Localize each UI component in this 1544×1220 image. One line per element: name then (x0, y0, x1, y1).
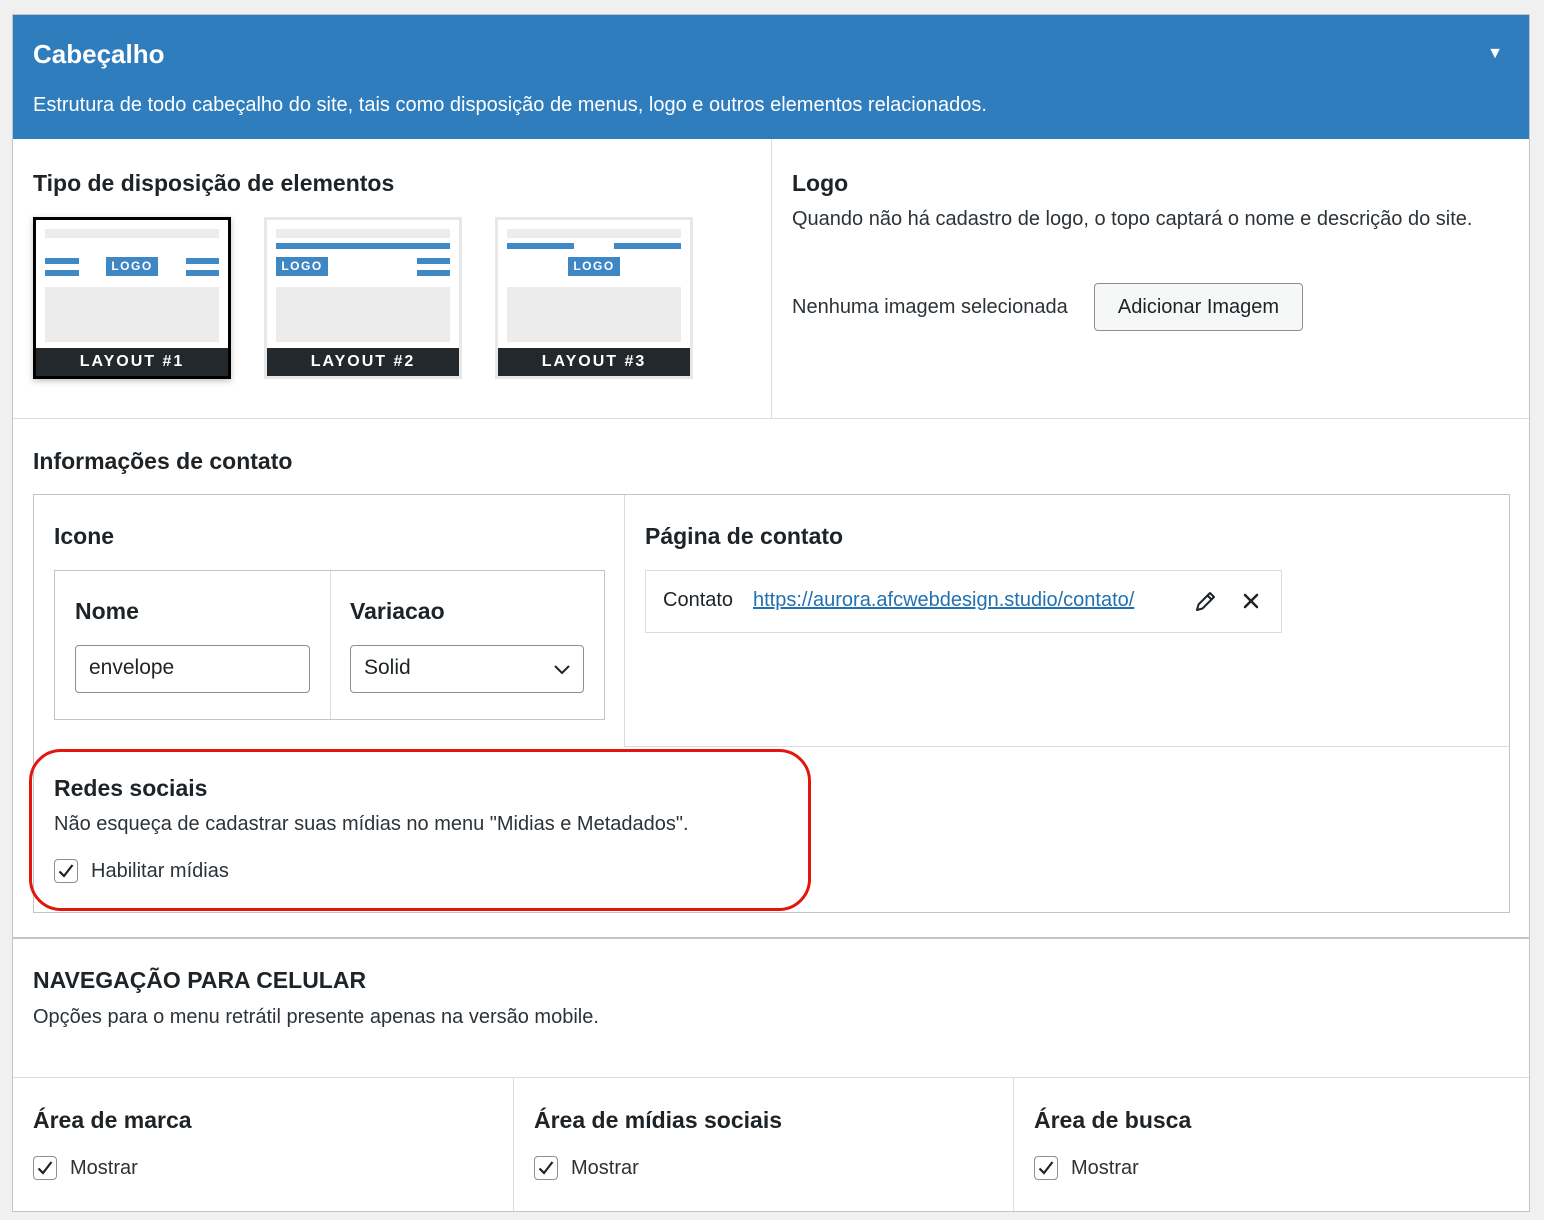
layout-topbar (507, 229, 681, 238)
layout-type-title: Tipo de disposição de elementos (33, 170, 395, 196)
social-area-show-checkbox[interactable] (534, 1156, 558, 1180)
section-divider (13, 937, 1529, 939)
layout-menu-line (45, 270, 79, 276)
search-area-show-label[interactable]: Mostrar (1071, 1153, 1139, 1184)
enable-media-label[interactable]: Habilitar mídias (91, 856, 229, 887)
layout-menu-line (186, 270, 219, 276)
social-area-show-label[interactable]: Mostrar (571, 1153, 639, 1184)
logo-title: Logo (792, 170, 849, 196)
column-divider (624, 495, 625, 746)
row-divider (13, 418, 1529, 419)
row-divider (13, 1077, 1529, 1078)
layout-menu-line (417, 270, 450, 276)
header-settings-panel: Cabeçalho ▼ Estrutura de todo cabeçalho … (12, 14, 1530, 1212)
icon-group-title: Icone (54, 523, 115, 549)
mobile-nav-description: Opções para o menu retrátil presente ape… (33, 1006, 599, 1028)
layout-content-block (45, 287, 219, 342)
layout-option-2[interactable]: LOGO LAYOUT #2 (264, 217, 462, 379)
section-description: Estrutura de todo cabeçalho do site, tai… (33, 94, 987, 116)
search-area-show-checkbox[interactable] (1034, 1156, 1058, 1180)
section-header[interactable]: Cabeçalho ▼ Estrutura de todo cabeçalho … (13, 15, 1529, 139)
checkmark-icon (1038, 1161, 1054, 1175)
enable-media-checkbox[interactable] (54, 859, 78, 883)
brand-area-show-label[interactable]: Mostrar (70, 1153, 138, 1184)
variation-selected-value: Solid (364, 656, 411, 679)
social-networks-title: Redes sociais (54, 775, 208, 801)
layout-nav-line (276, 243, 450, 249)
contact-link-field: Contato https://aurora.afcwebdesign.stud… (645, 570, 1282, 633)
variation-field-label: Variacao (350, 598, 445, 624)
contact-link-title: Contato (663, 589, 734, 611)
column-divider (513, 1077, 514, 1211)
search-area-title: Área de busca (1034, 1107, 1192, 1133)
logo-status-text: Nenhuma imagem selecionada (792, 296, 1068, 318)
checkmark-icon (58, 864, 74, 878)
layout-logo-badge: LOGO (276, 257, 328, 276)
contact-link-url[interactable]: https://aurora.afcwebdesign.studio/conta… (753, 585, 1134, 616)
section-title: Cabeçalho (33, 39, 165, 69)
layout-nav-line (507, 243, 574, 249)
icon-name-input[interactable]: envelope (75, 645, 310, 693)
layout-option-3[interactable]: LOGO LAYOUT #3 (495, 217, 693, 379)
brand-area-show-checkbox[interactable] (33, 1156, 57, 1180)
layout-menu-line (417, 258, 450, 264)
layout-nav-line (614, 243, 681, 249)
mobile-nav-title: NAVEGAÇÃO PARA CELULAR (33, 967, 367, 993)
checkmark-icon (538, 1161, 554, 1175)
icon-fields-group: Nome envelope Variacao Solid (54, 570, 605, 720)
layout-menu-line (186, 258, 219, 264)
layout-option-1[interactable]: LOGO LAYOUT #1 (33, 217, 231, 379)
contact-page-title: Página de contato (645, 523, 844, 549)
social-networks-description: Não esqueça de cadastrar suas mídias no … (54, 813, 689, 835)
brand-area-title: Área de marca (33, 1107, 192, 1133)
name-field-label: Nome (75, 598, 139, 624)
contact-info-title: Informações de contato (33, 448, 293, 474)
layout-topbar (276, 229, 450, 238)
layout-caption: LAYOUT #1 (36, 348, 228, 376)
layout-topbar (45, 229, 219, 238)
layout-logo-badge: LOGO (106, 257, 158, 276)
logo-description: Quando não há cadastro de logo, o topo c… (792, 208, 1473, 230)
close-icon[interactable] (1241, 591, 1261, 611)
chevron-down-icon (554, 665, 570, 675)
collapse-toggle-icon[interactable]: ▼ (1487, 45, 1503, 63)
contact-info-group: Icone Nome envelope Variacao Solid Págin… (33, 494, 1510, 913)
layout-menu-line (45, 258, 79, 264)
column-divider (771, 139, 772, 418)
add-image-button[interactable]: Adicionar Imagem (1094, 283, 1303, 331)
pencil-icon[interactable] (1194, 589, 1218, 613)
column-divider (1013, 1077, 1014, 1211)
layout-content-block (507, 287, 681, 342)
layout-caption: LAYOUT #2 (267, 348, 459, 376)
layout-logo-badge: LOGO (568, 257, 620, 276)
checkmark-icon (37, 1161, 53, 1175)
layout-caption: LAYOUT #3 (498, 348, 690, 376)
column-divider (330, 571, 331, 719)
variation-select[interactable]: Solid (350, 645, 584, 693)
row-divider (624, 746, 1509, 747)
social-area-title: Área de mídias sociais (534, 1107, 783, 1133)
layout-content-block (276, 287, 450, 342)
